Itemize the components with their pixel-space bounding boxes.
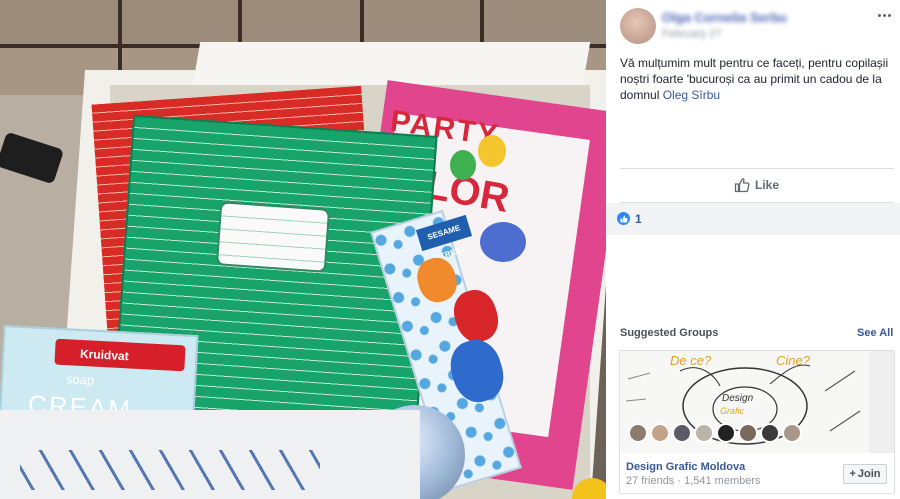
- member-avatar: [738, 423, 758, 443]
- like-reaction-icon[interactable]: [617, 212, 630, 225]
- divider: [620, 168, 894, 169]
- join-label: Join: [857, 468, 881, 480]
- soap-label: soap: [65, 371, 95, 388]
- member-avatar: [716, 423, 736, 443]
- suggested-groups-title: Suggested Groups: [620, 327, 719, 339]
- member-avatar: [782, 423, 802, 443]
- author-avatar[interactable]: [620, 8, 656, 44]
- cover-text-4: Grafic: [720, 406, 745, 416]
- member-avatar: [628, 423, 648, 443]
- like-button[interactable]: Like: [734, 175, 779, 195]
- see-all-link[interactable]: See All: [857, 327, 893, 339]
- member-avatar: [694, 423, 714, 443]
- like-thumb-icon: [734, 178, 750, 193]
- cover-text-2: Cine?: [776, 353, 810, 368]
- member-avatar: [672, 423, 692, 443]
- member-avatar: [650, 423, 670, 443]
- join-group-button[interactable]: + Join: [843, 464, 887, 484]
- cover-text-1: De ce?: [670, 353, 712, 368]
- reactions-bar: [606, 203, 900, 235]
- group-cover-image[interactable]: De ce? Cine? Design Grafic: [620, 351, 869, 453]
- group-meta: 27 friends · 1,541 members: [626, 475, 761, 487]
- bird-illustration: [480, 222, 526, 262]
- like-count[interactable]: 1: [635, 212, 642, 226]
- soap-brand: Kruidvat: [79, 346, 130, 364]
- cover-text-3: Design: [722, 393, 754, 404]
- post-photo[interactable]: PARTY LOR SESAME STREET Kruidvat soap CR…: [0, 0, 606, 499]
- mention-link[interactable]: Oleg Sîrbu: [663, 88, 720, 102]
- post-timestamp[interactable]: February 27: [662, 28, 721, 40]
- plus-icon: +: [849, 468, 856, 480]
- post-body: Vă mulțumim mult pentru ce faceți, pentr…: [620, 56, 889, 102]
- notebook-label: [215, 201, 331, 273]
- author-name[interactable]: Olga Cornelia Serbu: [662, 10, 787, 25]
- group-name[interactable]: Design Grafic Moldova: [626, 461, 745, 473]
- like-label: Like: [755, 178, 780, 192]
- member-avatar: [760, 423, 780, 443]
- more-options-icon[interactable]: [878, 11, 894, 19]
- post-text: Vă mulțumim mult pentru ce faceți, pentr…: [620, 55, 890, 103]
